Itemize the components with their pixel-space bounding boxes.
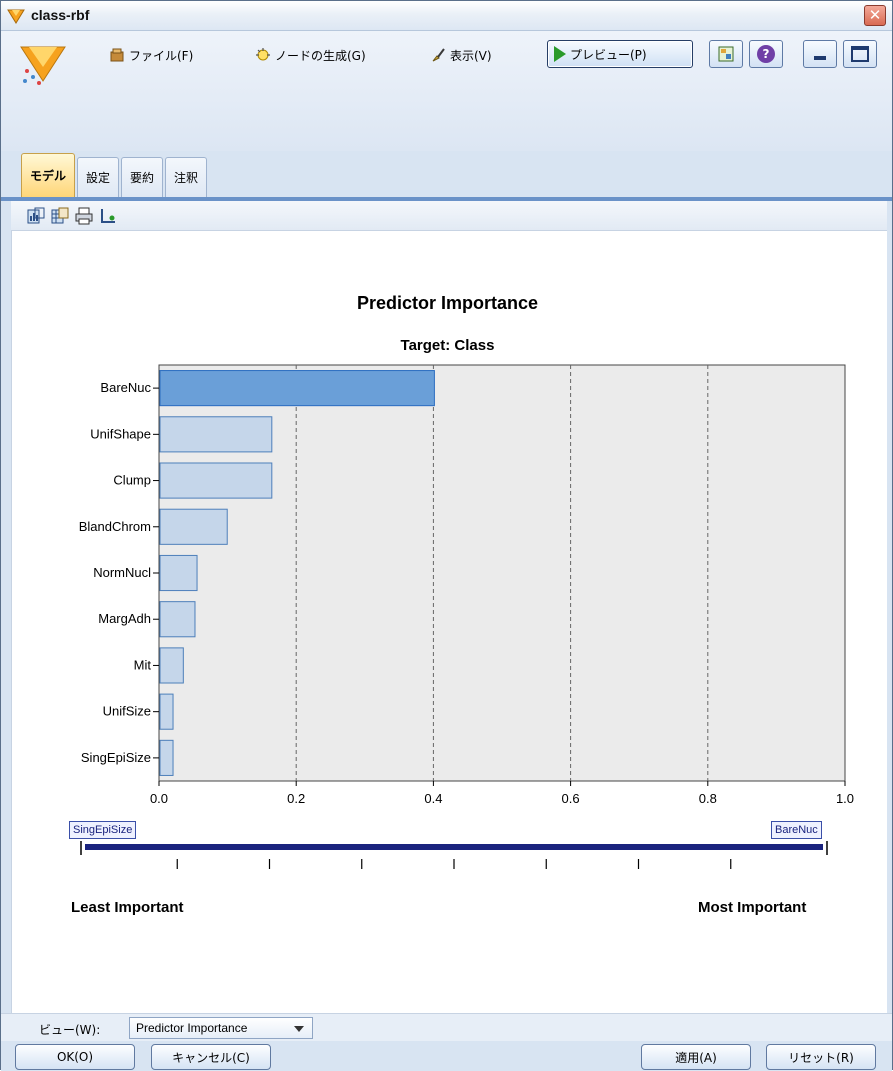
tab-strip: モデル 設定 要約 注釈 — [21, 153, 208, 197]
view-select-value: Predictor Importance — [136, 1021, 248, 1035]
ok-button[interactable]: OK(O) — [15, 1044, 135, 1070]
cancel-button[interactable]: キャンセル(C) — [151, 1044, 271, 1070]
view-label: ビュー(W): — [39, 1023, 101, 1037]
least-important-label: Least Important — [71, 899, 184, 916]
menu-bar: ファイル(F) ノードの生成(G) 表示(V) プレビュー(P) ? — [97, 37, 882, 71]
help-button[interactable]: ? — [749, 40, 783, 68]
help-icon: ? — [757, 45, 775, 63]
file-icon — [110, 48, 124, 62]
chevron-down-icon — [294, 1026, 304, 1032]
export-button[interactable] — [709, 40, 743, 68]
apply-button[interactable]: 適用(A) — [641, 1044, 751, 1070]
model-window: class-rbf ✕ ファイル(F) ノードの生成(G) 表示(V) プレビュ… — [0, 0, 893, 1071]
chart-title: Predictor Importance — [356, 293, 539, 313]
copy-chart-icon[interactable] — [27, 207, 45, 225]
chart-toolbar — [11, 201, 887, 231]
menu-generate[interactable]: ノードの生成(G) — [255, 43, 366, 67]
reset-button[interactable]: リセット(R) — [766, 1044, 876, 1070]
play-icon — [554, 46, 566, 62]
tab-settings[interactable]: 設定 — [77, 157, 120, 197]
preview-label: プレビュー(P) — [570, 47, 647, 62]
window-title: class-rbf — [31, 7, 90, 23]
chart-subtitle: Target: Class — [400, 337, 495, 354]
title-bar[interactable]: class-rbf ✕ — [1, 1, 892, 31]
menu-file-label: ファイル(F) — [129, 48, 194, 63]
preview-button[interactable]: プレビュー(P) — [547, 40, 693, 68]
export-icon — [718, 46, 734, 62]
menu-file[interactable]: ファイル(F) — [109, 43, 193, 67]
minimize-icon — [814, 56, 826, 60]
slider-left-tag: SingEpiSize — [69, 821, 137, 839]
most-important-label: Most Important — [698, 899, 807, 916]
view-select[interactable]: Predictor Importance — [129, 1017, 313, 1039]
copy-data-icon[interactable] — [51, 207, 69, 225]
model-logo-icon — [20, 46, 66, 85]
minimize-button[interactable] — [803, 40, 837, 68]
view-row: ビュー(W): Predictor Importance — [1, 1013, 892, 1041]
maximize-icon — [851, 46, 869, 62]
print-icon[interactable] — [75, 207, 93, 225]
tab-model[interactable]: モデル — [21, 153, 76, 197]
model-content-panel — [11, 201, 887, 1013]
close-button[interactable]: ✕ — [864, 5, 886, 26]
generate-node-icon — [256, 48, 270, 61]
menu-generate-label: ノードの生成(G) — [275, 48, 366, 63]
menu-view[interactable]: 表示(V) — [430, 43, 492, 67]
slider-right-tag: BareNuc — [771, 821, 822, 839]
maximize-button[interactable] — [843, 40, 877, 68]
tab-summary[interactable]: 要約 — [121, 157, 164, 197]
chart-options-icon[interactable] — [99, 207, 117, 225]
tab-annotation[interactable]: 注釈 — [165, 157, 208, 197]
view-brush-icon — [432, 48, 445, 62]
menu-view-label: 表示(V) — [450, 48, 492, 63]
model-nugget-icon — [7, 9, 25, 24]
dialog-buttons: OK(O) キャンセル(C) 適用(A) リセット(R) — [1, 1041, 892, 1071]
